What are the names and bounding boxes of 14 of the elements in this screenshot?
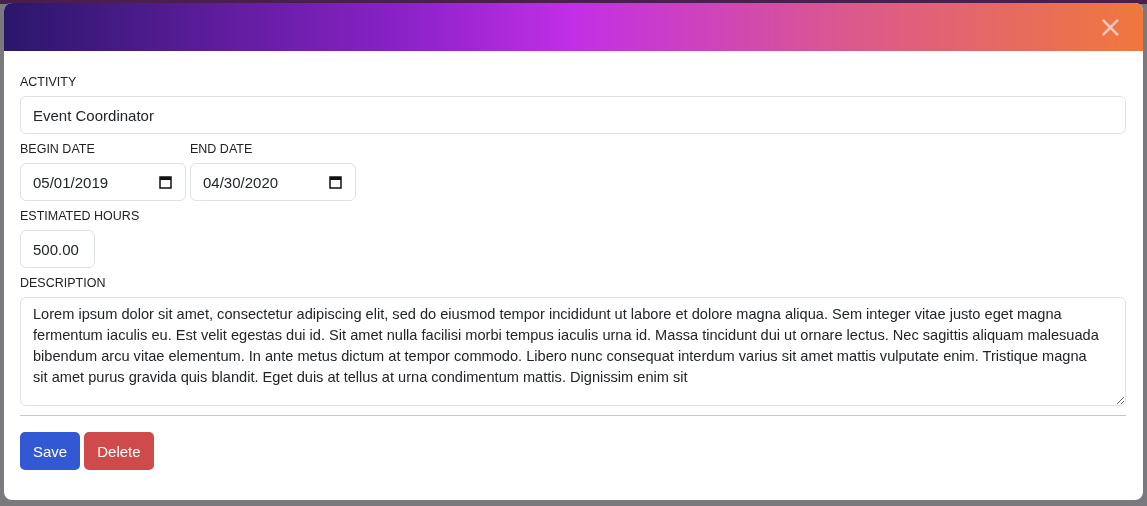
field-label: END DATE [190, 142, 254, 156]
field-label: ACTIVITY [20, 75, 78, 89]
field-label: ESTIMATED HOURS [20, 209, 141, 223]
field-label: DESCRIPTION [20, 276, 107, 290]
description-field[interactable]: Lorem ipsum dolor sit amet, consectetur adipiscing elit, sed do eiusmod tempor incididunt ut labore et dolore magna aliqua. Sem integer vitae justo eget magna fermentum iaculis eu. Est velit egestas dui id. Sit amet nulla facilisi morbi tempus iaculis urna id. Massa tincidunt dui ut ornare lectus. Nec sagittis aliquam malesuada bibendum arcu vitae elementum. In ante metus dictum at tempor commodo. Libero nunc consequat interdum varius sit amet mattis vulputate enim. Tristique magna sit amet purus gravida quis blandit. Eget duis at tellus at urna condimentum mattis. Dignissim enim sit [20, 297, 1126, 406]
activity-field[interactable]: Event Coordinator [20, 96, 1126, 134]
delete-button[interactable]: Delete [84, 432, 154, 470]
hours-field[interactable]: 500.00 [20, 230, 95, 268]
calendar-icon[interactable] [159, 175, 172, 189]
calendar-icon[interactable] [329, 175, 342, 189]
date-field[interactable]: 04/30/2020 [190, 163, 356, 201]
save-button[interactable]: Save [20, 432, 81, 470]
field-label: BEGIN DATE [20, 142, 96, 156]
date-field[interactable]: 05/01/2019 [20, 163, 186, 201]
